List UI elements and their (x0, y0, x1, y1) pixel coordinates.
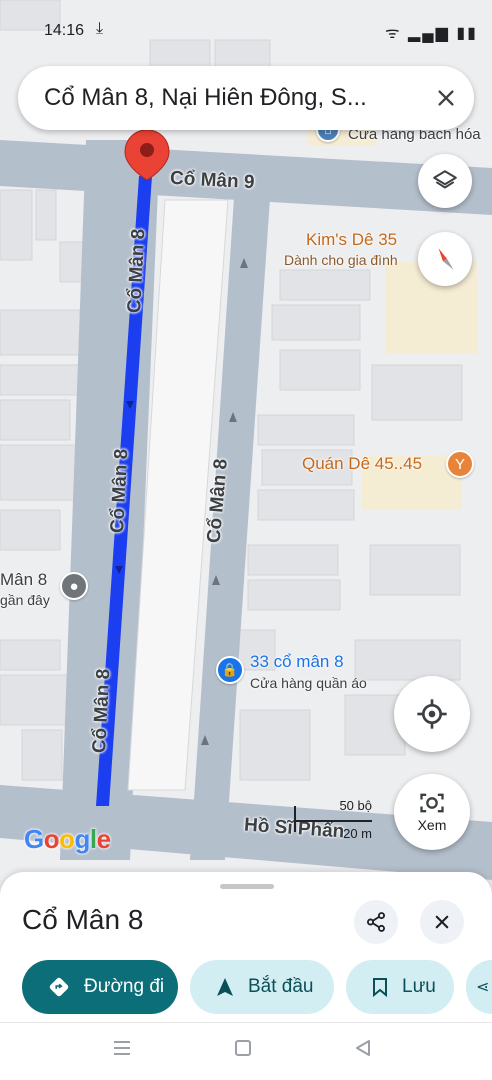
road-label-co-man-8-lower: Cổ Mân 8 (89, 668, 115, 754)
poi-quan-de-name[interactable]: Quán Dê 45..45 (302, 454, 422, 474)
scale-metric: 20 m (343, 826, 372, 841)
home-button[interactable] (234, 1039, 252, 1062)
place-marker-icon[interactable]: ● (60, 572, 88, 600)
map-canvas[interactable]: Cổ Mân 9 Cổ Mân 8 Cổ Mân 8 Cổ Mân 8 Cổ M… (0, 0, 492, 880)
compass-button[interactable] (418, 232, 472, 286)
start-button[interactable]: Bắt đầu (190, 960, 334, 1014)
more-actions-chip[interactable]: ⋖ (466, 960, 492, 1014)
close-sheet-button[interactable] (420, 900, 464, 944)
share-button[interactable] (354, 900, 398, 944)
directions-button[interactable]: Đường đi (22, 960, 178, 1014)
home-icon (235, 1040, 251, 1056)
download-icon: ⤓ (96, 20, 104, 37)
status-icons: ᯤ ▂▄▆ ▮▮ (384, 25, 478, 42)
back-icon (356, 1040, 370, 1056)
share-icon (367, 912, 385, 932)
compass-icon (438, 248, 454, 270)
lens-view-button[interactable]: Xem (394, 774, 470, 850)
save-button[interactable]: Lưu (346, 960, 454, 1014)
status-time: 14:16 (44, 22, 85, 39)
poi-kims-name[interactable]: Kim's Dê 35 (306, 230, 397, 250)
my-location-button[interactable] (394, 676, 470, 752)
camera-lens-icon (420, 793, 444, 813)
layers-icon (433, 170, 457, 189)
share-icon: ⋖ (476, 979, 490, 996)
poi-clothing-sub: Cửa hàng quần áo (250, 675, 367, 691)
place-bottom-sheet[interactable]: Cổ Mân 8 Đường đi Bắt đầu Lưu ⋖ (0, 872, 492, 1022)
google-logo: Google (24, 824, 111, 854)
poi-kims-sub: Dành cho gia đình (284, 252, 398, 268)
poi-clothing-name[interactable]: 33 cổ mân 8 (250, 652, 344, 672)
map-scale: 50 bộ 20 m (290, 798, 376, 842)
my-location-icon (417, 699, 447, 729)
directions-icon (48, 976, 70, 998)
road-label-co-man-8-middle: Cổ Mân 8 (107, 448, 133, 534)
sheet-drag-handle[interactable] (220, 884, 274, 889)
system-nav-bar (0, 1022, 492, 1080)
poi-left-name[interactable]: Mân 8 (0, 570, 47, 590)
cocktail-icon[interactable]: Y (446, 450, 474, 478)
layers-button[interactable] (418, 154, 472, 208)
poi-left-sub: gần đây (0, 592, 50, 608)
scale-imperial: 50 bộ (339, 798, 372, 813)
road-label-co-man-8-upper: Cổ Mân 8 (124, 228, 150, 314)
close-icon (435, 915, 449, 929)
close-icon (438, 90, 454, 106)
start-label: Bắt đầu (248, 976, 314, 997)
search-bar[interactable]: Cổ Mân 8, Nại Hiên Đông, S... (18, 66, 474, 130)
menu-button[interactable] (112, 1039, 132, 1062)
road-label-co-man-9: Cổ Mân 9 (169, 167, 255, 194)
lens-view-label: Xem (417, 817, 447, 833)
back-button[interactable] (354, 1039, 372, 1062)
navigation-arrow-icon (216, 977, 234, 997)
search-query[interactable]: Cổ Mân 8, Nại Hiên Đông, S... (18, 84, 418, 112)
save-label: Lưu (402, 976, 436, 997)
status-bar: 14:16 ⤓ ᯤ ▂▄▆ ▮▮ (0, 0, 492, 64)
place-title: Cổ Mân 8 (22, 904, 144, 935)
shopping-bag-icon[interactable]: 🔒 (216, 656, 244, 684)
clear-search-button[interactable] (418, 87, 474, 109)
bookmark-icon (372, 977, 388, 997)
directions-label: Đường đi (84, 976, 165, 997)
menu-icon (114, 1041, 130, 1055)
